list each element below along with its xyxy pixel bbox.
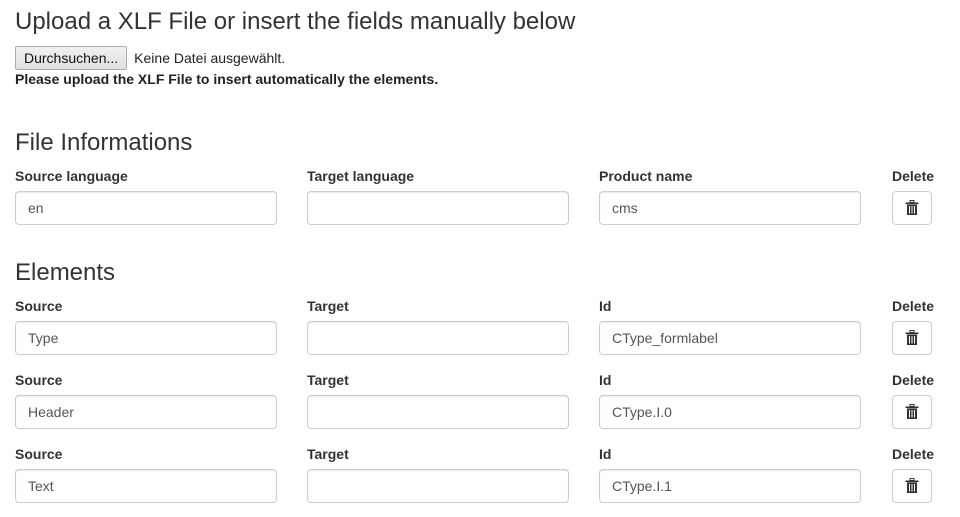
target-language-input[interactable] bbox=[307, 191, 569, 225]
id-input[interactable] bbox=[599, 395, 861, 429]
source-language-input[interactable] bbox=[15, 191, 277, 225]
element-row: Source Target Id Delete bbox=[0, 298, 960, 358]
id-input[interactable] bbox=[599, 321, 861, 355]
source-input[interactable] bbox=[15, 469, 277, 503]
source-language-label: Source language bbox=[15, 168, 128, 184]
trash-icon bbox=[905, 200, 919, 215]
source-input[interactable] bbox=[15, 395, 277, 429]
page-title: Upload a XLF File or insert the fields m… bbox=[15, 8, 576, 35]
id-label: Id bbox=[599, 446, 612, 462]
delete-label: Delete bbox=[892, 168, 935, 184]
file-info-row: Source language Target language Product … bbox=[0, 168, 960, 228]
id-label: Id bbox=[599, 372, 612, 388]
target-label: Target bbox=[307, 446, 349, 462]
browse-file-button[interactable]: Durchsuchen... bbox=[15, 46, 128, 70]
source-label: Source bbox=[15, 372, 63, 388]
delete-label: Delete bbox=[892, 372, 935, 388]
target-label: Target bbox=[307, 372, 349, 388]
delete-element-button[interactable] bbox=[892, 321, 932, 355]
delete-element-button[interactable] bbox=[892, 469, 932, 503]
file-upload-control: Durchsuchen... Keine Datei ausgewählt. bbox=[15, 46, 285, 70]
trash-icon bbox=[905, 478, 919, 493]
target-input[interactable] bbox=[307, 395, 569, 429]
target-language-label: Target language bbox=[307, 168, 415, 184]
delete-file-info-button[interactable] bbox=[892, 191, 932, 225]
delete-element-button[interactable] bbox=[892, 395, 932, 429]
id-label: Id bbox=[599, 298, 612, 314]
product-name-input[interactable] bbox=[599, 191, 861, 225]
elements-title: Elements bbox=[15, 259, 116, 286]
delete-label: Delete bbox=[892, 298, 935, 314]
element-row: Source Target Id Delete bbox=[0, 372, 960, 432]
id-input[interactable] bbox=[599, 469, 861, 503]
file-status-text: Keine Datei ausgewählt. bbox=[134, 50, 286, 66]
target-input[interactable] bbox=[307, 469, 569, 503]
target-label: Target bbox=[307, 298, 349, 314]
trash-icon bbox=[905, 330, 919, 345]
source-label: Source bbox=[15, 446, 63, 462]
upload-hint: Please upload the XLF File to insert aut… bbox=[15, 71, 439, 87]
source-input[interactable] bbox=[15, 321, 277, 355]
file-info-title: File Informations bbox=[15, 129, 193, 156]
source-label: Source bbox=[15, 298, 63, 314]
delete-label: Delete bbox=[892, 446, 935, 462]
trash-icon bbox=[905, 404, 919, 419]
product-name-label: Product name bbox=[599, 168, 693, 184]
xlf-upload-page: Upload a XLF File or insert the fields m… bbox=[0, 0, 960, 517]
target-input[interactable] bbox=[307, 321, 569, 355]
element-row: Source Target Id Delete bbox=[0, 446, 960, 506]
